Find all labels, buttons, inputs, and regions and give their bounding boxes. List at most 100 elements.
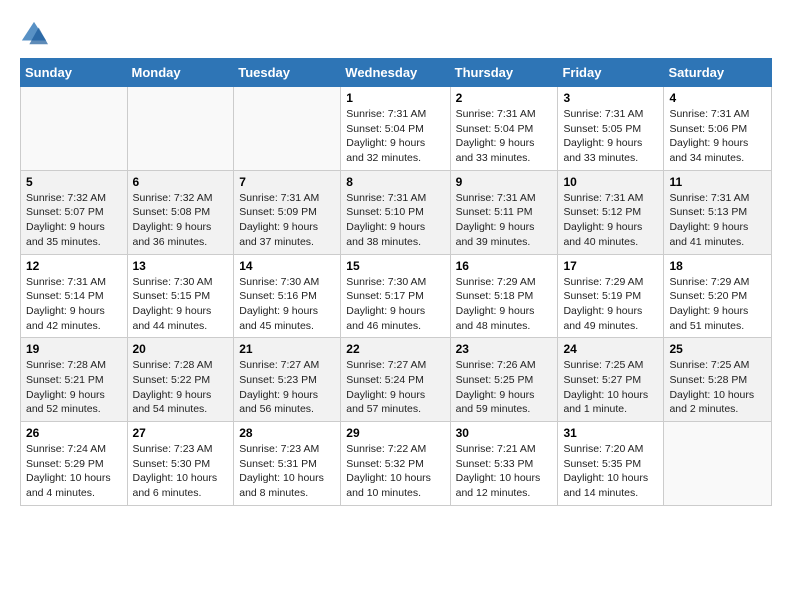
calendar-cell: 31 Sunrise: 7:20 AM Sunset: 5:35 PM Dayli… (558, 422, 664, 506)
calendar-cell (127, 87, 234, 171)
day-info: Sunrise: 7:31 AM Sunset: 5:13 PM Dayligh… (669, 191, 766, 250)
calendar-cell: 29 Sunrise: 7:22 AM Sunset: 5:32 PM Dayli… (341, 422, 450, 506)
day-info: Sunrise: 7:28 AM Sunset: 5:21 PM Dayligh… (26, 358, 122, 417)
day-info: Sunrise: 7:22 AM Sunset: 5:32 PM Dayligh… (346, 442, 444, 501)
day-info: Sunrise: 7:30 AM Sunset: 5:17 PM Dayligh… (346, 275, 444, 334)
day-number: 25 (669, 342, 766, 356)
day-number: 7 (239, 175, 335, 189)
day-info: Sunrise: 7:31 AM Sunset: 5:12 PM Dayligh… (563, 191, 658, 250)
calendar-cell: 7 Sunrise: 7:31 AM Sunset: 5:09 PM Daylig… (234, 170, 341, 254)
logo (20, 20, 52, 48)
day-number: 29 (346, 426, 444, 440)
day-number: 19 (26, 342, 122, 356)
header-day-monday: Monday (127, 59, 234, 87)
header-day-thursday: Thursday (450, 59, 558, 87)
day-number: 22 (346, 342, 444, 356)
calendar-cell: 21 Sunrise: 7:27 AM Sunset: 5:23 PM Dayli… (234, 338, 341, 422)
calendar-cell: 9 Sunrise: 7:31 AM Sunset: 5:11 PM Daylig… (450, 170, 558, 254)
calendar-table: SundayMondayTuesdayWednesdayThursdayFrid… (20, 58, 772, 506)
page-header (20, 20, 772, 48)
calendar-cell: 22 Sunrise: 7:27 AM Sunset: 5:24 PM Dayli… (341, 338, 450, 422)
day-info: Sunrise: 7:31 AM Sunset: 5:05 PM Dayligh… (563, 107, 658, 166)
calendar-cell: 27 Sunrise: 7:23 AM Sunset: 5:30 PM Dayli… (127, 422, 234, 506)
day-info: Sunrise: 7:29 AM Sunset: 5:18 PM Dayligh… (456, 275, 553, 334)
day-info: Sunrise: 7:30 AM Sunset: 5:16 PM Dayligh… (239, 275, 335, 334)
calendar-cell: 23Sunrise: 7:26 AM Sunset: 5:25 PM Dayli… (450, 338, 558, 422)
calendar-cell: 18Sunrise: 7:29 AM Sunset: 5:20 PM Dayli… (664, 254, 772, 338)
calendar-cell: 4Sunrise: 7:31 AM Sunset: 5:06 PM Daylig… (664, 87, 772, 171)
day-number: 3 (563, 91, 658, 105)
day-info: Sunrise: 7:25 AM Sunset: 5:27 PM Dayligh… (563, 358, 658, 417)
calendar-cell: 12 Sunrise: 7:31 AM Sunset: 5:14 PM Dayli… (21, 254, 128, 338)
day-info: Sunrise: 7:23 AM Sunset: 5:30 PM Dayligh… (133, 442, 229, 501)
day-number: 23 (456, 342, 553, 356)
calendar-cell: 8 Sunrise: 7:31 AM Sunset: 5:10 PM Daylig… (341, 170, 450, 254)
day-number: 26 (26, 426, 122, 440)
day-info: Sunrise: 7:27 AM Sunset: 5:24 PM Dayligh… (346, 358, 444, 417)
day-number: 1 (346, 91, 444, 105)
day-number: 17 (563, 259, 658, 273)
day-info: Sunrise: 7:28 AM Sunset: 5:22 PM Dayligh… (133, 358, 229, 417)
day-number: 5 (26, 175, 122, 189)
calendar-cell: 1 Sunrise: 7:31 AM Sunset: 5:04 PM Daylig… (341, 87, 450, 171)
calendar-week-1: 1 Sunrise: 7:31 AM Sunset: 5:04 PM Daylig… (21, 87, 772, 171)
day-info: Sunrise: 7:23 AM Sunset: 5:31 PM Dayligh… (239, 442, 335, 501)
day-info: Sunrise: 7:32 AM Sunset: 5:08 PM Dayligh… (133, 191, 229, 250)
calendar-body: 1 Sunrise: 7:31 AM Sunset: 5:04 PM Daylig… (21, 87, 772, 506)
day-info: Sunrise: 7:31 AM Sunset: 5:06 PM Dayligh… (669, 107, 766, 166)
day-number: 12 (26, 259, 122, 273)
calendar-cell: 28 Sunrise: 7:23 AM Sunset: 5:31 PM Dayli… (234, 422, 341, 506)
day-info: Sunrise: 7:31 AM Sunset: 5:04 PM Dayligh… (346, 107, 444, 166)
day-info: Sunrise: 7:30 AM Sunset: 5:15 PM Dayligh… (133, 275, 229, 334)
calendar-week-3: 12 Sunrise: 7:31 AM Sunset: 5:14 PM Dayli… (21, 254, 772, 338)
calendar-cell: 3 Sunrise: 7:31 AM Sunset: 5:05 PM Daylig… (558, 87, 664, 171)
day-info: Sunrise: 7:29 AM Sunset: 5:20 PM Dayligh… (669, 275, 766, 334)
day-number: 8 (346, 175, 444, 189)
day-info: Sunrise: 7:20 AM Sunset: 5:35 PM Dayligh… (563, 442, 658, 501)
calendar-week-4: 19 Sunrise: 7:28 AM Sunset: 5:21 PM Dayli… (21, 338, 772, 422)
calendar-cell: 14 Sunrise: 7:30 AM Sunset: 5:16 PM Dayli… (234, 254, 341, 338)
day-info: Sunrise: 7:21 AM Sunset: 5:33 PM Dayligh… (456, 442, 553, 501)
calendar-cell: 11 Sunrise: 7:31 AM Sunset: 5:13 PM Dayli… (664, 170, 772, 254)
day-number: 27 (133, 426, 229, 440)
day-info: Sunrise: 7:32 AM Sunset: 5:07 PM Dayligh… (26, 191, 122, 250)
calendar-cell (21, 87, 128, 171)
day-info: Sunrise: 7:31 AM Sunset: 5:10 PM Dayligh… (346, 191, 444, 250)
header-day-sunday: Sunday (21, 59, 128, 87)
calendar-cell: 10 Sunrise: 7:31 AM Sunset: 5:12 PM Dayli… (558, 170, 664, 254)
calendar-cell: 24 Sunrise: 7:25 AM Sunset: 5:27 PM Dayli… (558, 338, 664, 422)
calendar-cell (664, 422, 772, 506)
day-info: Sunrise: 7:31 AM Sunset: 5:14 PM Dayligh… (26, 275, 122, 334)
day-info: Sunrise: 7:29 AM Sunset: 5:19 PM Dayligh… (563, 275, 658, 334)
calendar-cell: 26Sunrise: 7:24 AM Sunset: 5:29 PM Dayli… (21, 422, 128, 506)
calendar-header: SundayMondayTuesdayWednesdayThursdayFrid… (21, 59, 772, 87)
day-info: Sunrise: 7:31 AM Sunset: 5:04 PM Dayligh… (456, 107, 553, 166)
calendar-cell: 17 Sunrise: 7:29 AM Sunset: 5:19 PM Dayli… (558, 254, 664, 338)
day-number: 31 (563, 426, 658, 440)
calendar-cell: 30 Sunrise: 7:21 AM Sunset: 5:33 PM Dayli… (450, 422, 558, 506)
day-number: 11 (669, 175, 766, 189)
day-number: 16 (456, 259, 553, 273)
day-number: 10 (563, 175, 658, 189)
calendar-cell: 6Sunrise: 7:32 AM Sunset: 5:08 PM Daylig… (127, 170, 234, 254)
calendar-cell: 16 Sunrise: 7:29 AM Sunset: 5:18 PM Dayli… (450, 254, 558, 338)
day-number: 20 (133, 342, 229, 356)
day-number: 28 (239, 426, 335, 440)
day-number: 14 (239, 259, 335, 273)
calendar-cell: 20 Sunrise: 7:28 AM Sunset: 5:22 PM Dayli… (127, 338, 234, 422)
day-info: Sunrise: 7:31 AM Sunset: 5:09 PM Dayligh… (239, 191, 335, 250)
calendar-cell: 5 Sunrise: 7:32 AM Sunset: 5:07 PM Daylig… (21, 170, 128, 254)
calendar-cell: 13Sunrise: 7:30 AM Sunset: 5:15 PM Dayli… (127, 254, 234, 338)
day-number: 21 (239, 342, 335, 356)
day-info: Sunrise: 7:27 AM Sunset: 5:23 PM Dayligh… (239, 358, 335, 417)
day-number: 9 (456, 175, 553, 189)
header-day-wednesday: Wednesday (341, 59, 450, 87)
day-number: 30 (456, 426, 553, 440)
calendar-week-5: 26Sunrise: 7:24 AM Sunset: 5:29 PM Dayli… (21, 422, 772, 506)
day-number: 24 (563, 342, 658, 356)
day-info: Sunrise: 7:25 AM Sunset: 5:28 PM Dayligh… (669, 358, 766, 417)
day-info: Sunrise: 7:31 AM Sunset: 5:11 PM Dayligh… (456, 191, 553, 250)
header-day-friday: Friday (558, 59, 664, 87)
day-number: 2 (456, 91, 553, 105)
header-day-saturday: Saturday (664, 59, 772, 87)
